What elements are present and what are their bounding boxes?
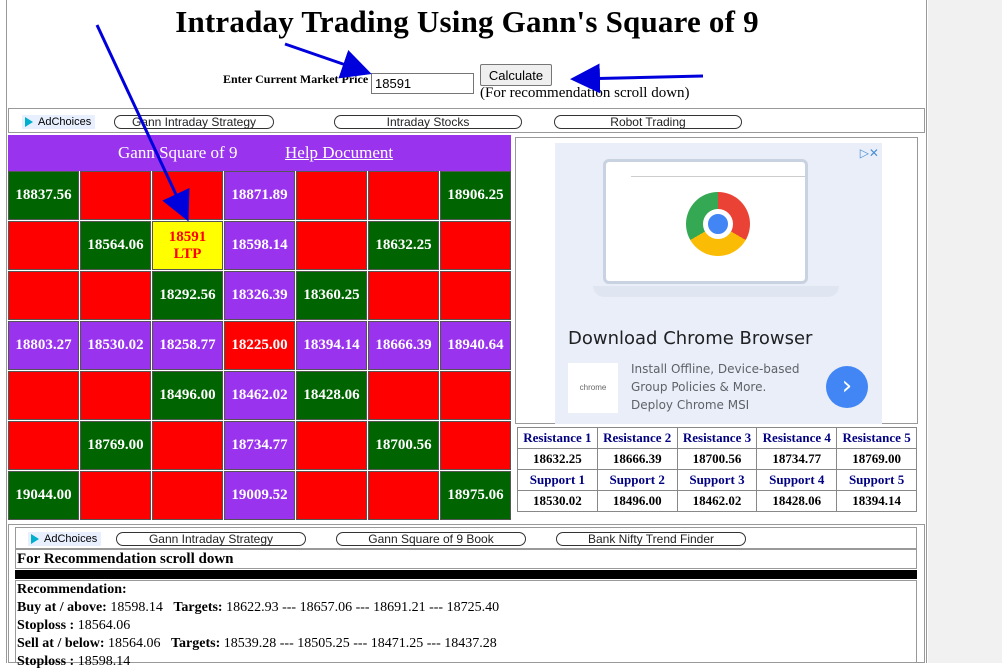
arrow-to-input <box>284 42 372 79</box>
arrow-to-ltp-cell <box>95 24 190 222</box>
annotation-arrows <box>95 24 704 222</box>
arrow-to-calculate <box>570 63 704 94</box>
